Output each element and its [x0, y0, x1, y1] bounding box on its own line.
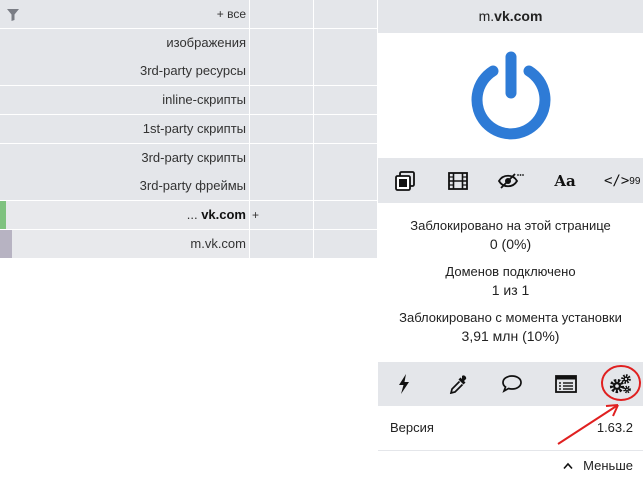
firewall-cell-local[interactable]: [250, 28, 313, 57]
popup-block-icon[interactable]: [392, 168, 418, 194]
stats-block: Заблокировано на этой странице 0 (0%) До…: [378, 215, 643, 344]
domain-status-marker: [0, 229, 12, 258]
blocked-total-value: 3,91 млн (10%): [461, 328, 560, 344]
firewall-cell-type[interactable]: ... vk.com: [0, 200, 249, 229]
firewall-cell-type[interactable]: 3rd-party фреймы: [0, 172, 249, 201]
version-label: Версия: [390, 420, 434, 435]
hostname-prefix: m.: [478, 8, 495, 24]
popup-panel: m.vk.com Aa </> 99 Заблокировано на этой…: [378, 0, 643, 479]
firewall-row-all[interactable]: + все: [0, 0, 377, 29]
firewall-row-label: 3rd-party ресурсы: [139, 63, 246, 79]
firewall-cell-global[interactable]: [314, 143, 377, 172]
firewall-row-label: + все: [216, 7, 246, 21]
firewall-row-3p-resources[interactable]: 3rd-party ресурсы: [0, 57, 377, 87]
chevron-up-icon: [563, 458, 573, 473]
firewall-row-3p-scripts[interactable]: 3rd-party скрипты: [0, 143, 377, 173]
firewall-cell-type[interactable]: m.vk.com: [0, 229, 249, 258]
firewall-row-label: изображения: [166, 34, 246, 50]
firewall-row-label: 1st-party скрипты: [142, 120, 246, 136]
blocked-total-label: Заблокировано с момента установки: [399, 310, 622, 325]
speech-bubble-icon[interactable]: [498, 370, 526, 398]
scripts-toggle[interactable]: </> 99: [604, 168, 642, 194]
firewall-row-label: 3rd-party скрипты: [141, 149, 246, 165]
film-icon[interactable]: [445, 168, 471, 194]
popup-toolbar: [378, 362, 643, 406]
firewall-row-3p-frames[interactable]: 3rd-party фреймы: [0, 172, 377, 202]
version-row: Версия 1.63.2: [378, 406, 643, 451]
firewall-cell-type[interactable]: + все: [0, 0, 249, 28]
eye-slash-icon[interactable]: [498, 168, 524, 194]
domain-status-marker: [0, 200, 6, 229]
per-site-switches: Aa </> 99: [378, 158, 643, 203]
blocked-page-value: 0 (0%): [489, 236, 532, 252]
firewall-cell-type[interactable]: inline-скрипты: [0, 86, 249, 115]
firewall-cell-local[interactable]: [250, 86, 313, 115]
firewall-row-prefix: ...: [186, 206, 202, 222]
domains-value: 1 из 1: [491, 282, 530, 298]
hostname-domain: vk.com: [494, 8, 543, 24]
firewall-cell-type[interactable]: изображения: [0, 28, 249, 57]
fonts-label: Aa: [554, 172, 576, 190]
firewall-cell-local[interactable]: [250, 57, 313, 86]
eyedropper-icon[interactable]: [445, 370, 473, 398]
scripts-badge: 99: [629, 175, 641, 187]
lightning-icon[interactable]: [390, 370, 418, 398]
page-hostname: m.vk.com: [378, 0, 643, 33]
firewall-cell-local[interactable]: [250, 143, 313, 172]
firewall-cell-local[interactable]: [250, 229, 313, 258]
firewall-cell-global[interactable]: [314, 0, 377, 28]
version-value: 1.63.2: [596, 420, 633, 435]
firewall-cell-global[interactable]: [314, 28, 377, 57]
firewall-cell-global[interactable]: [314, 57, 377, 86]
firewall-cell-local[interactable]: +: [250, 200, 313, 229]
less-label: Меньше: [583, 458, 633, 473]
firewall-cell-local[interactable]: [250, 0, 313, 28]
firewall-row-label: 3rd-party фреймы: [139, 178, 246, 194]
expand-plus[interactable]: +: [252, 208, 259, 222]
firewall-row-domain-vk[interactable]: ... vk.com +: [0, 200, 377, 230]
firewall-row-label: m.vk.com: [190, 235, 246, 251]
firewall-cell-global[interactable]: [314, 172, 377, 201]
firewall-row-images[interactable]: изображения: [0, 28, 377, 58]
firewall-cell-global[interactable]: [314, 229, 377, 258]
firewall-row-1p-scripts[interactable]: 1st-party скрипты: [0, 114, 377, 144]
list-window-icon[interactable]: [552, 370, 580, 398]
firewall-cell-type[interactable]: 3rd-party ресурсы: [0, 57, 249, 86]
domains-label: Доменов подключено: [445, 264, 576, 279]
firewall-row-inline-scripts[interactable]: inline-скрипты: [0, 86, 377, 116]
gears-icon[interactable]: [606, 370, 634, 398]
power-area: [378, 33, 643, 158]
power-switch-icon[interactable]: [466, 51, 556, 141]
firewall-cell-type[interactable]: 3rd-party скрипты: [0, 143, 249, 172]
firewall-row-label: inline-скрипты: [162, 92, 246, 108]
less-toggle[interactable]: Меньше: [563, 458, 633, 473]
blocked-page-label: Заблокировано на этой странице: [410, 218, 611, 233]
firewall-cell-global[interactable]: [314, 114, 377, 143]
firewall-cell-global[interactable]: [314, 86, 377, 115]
fonts-toggle[interactable]: Aa: [552, 168, 578, 194]
firewall-cell-local[interactable]: [250, 114, 313, 143]
firewall-cell-type[interactable]: 1st-party скрипты: [0, 114, 249, 143]
firewall-cell-global[interactable]: [314, 200, 377, 229]
scripts-label: </>: [604, 173, 630, 189]
firewall-cell-local[interactable]: [250, 172, 313, 201]
firewall-row-host: vk.com: [201, 206, 246, 222]
firewall-row-domain-mvk[interactable]: m.vk.com: [0, 229, 377, 259]
filter-icon[interactable]: [7, 9, 19, 21]
